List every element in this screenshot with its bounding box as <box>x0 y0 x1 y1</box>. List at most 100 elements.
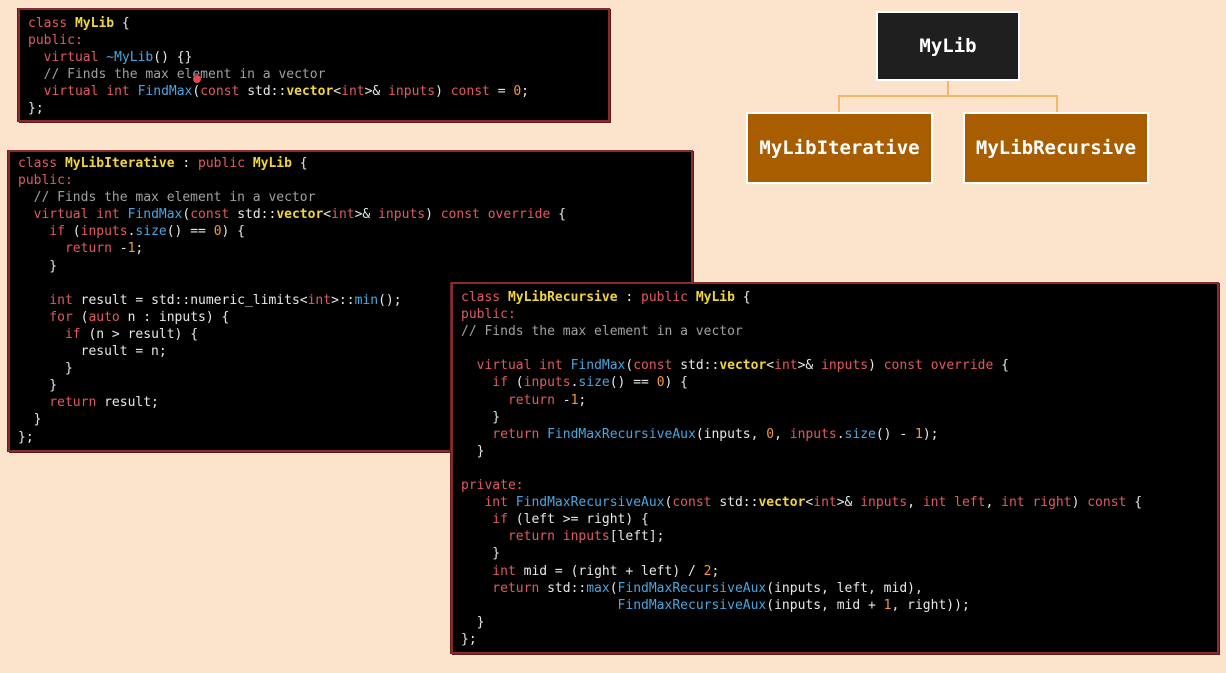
code-token: () == <box>166 224 214 240</box>
code-token: }; <box>18 429 34 445</box>
connector-right-drop <box>1056 95 1058 112</box>
code-token: inputs <box>562 529 610 545</box>
code-token: , <box>907 495 923 511</box>
code-token: MyLib <box>74 16 115 31</box>
code-line: } <box>461 443 1217 460</box>
code-token: (left >= right) { <box>515 512 649 528</box>
code-token: ) <box>435 84 451 100</box>
code-token: MyLib <box>695 290 735 305</box>
code-line: ​ <box>461 460 1217 477</box>
code-token: virtual <box>461 358 540 374</box>
code-token: MyLibIterative <box>64 156 175 171</box>
code-line: class MyLibIterative : public MyLib { <box>18 155 691 172</box>
code-token: { <box>550 207 566 223</box>
code-token: } <box>461 546 501 562</box>
code-token: inputs <box>860 495 908 511</box>
code-token: - <box>562 392 571 408</box>
code-token: const <box>440 207 488 223</box>
code-token: if <box>18 326 89 342</box>
code-token: std:: <box>680 358 720 374</box>
code-token: < <box>766 358 775 374</box>
code-token: int <box>774 358 798 374</box>
code-line: ​ <box>461 340 1217 357</box>
code-token: () - <box>875 426 915 442</box>
code-token: inputs <box>388 84 436 100</box>
code-token: const <box>200 84 248 100</box>
code-token: int <box>461 495 516 511</box>
code-token: vector <box>758 495 806 511</box>
code-token: virtual <box>18 207 97 223</box>
diagram-node-mylib: MyLib <box>876 11 1020 81</box>
code-line: int mid = (right + left) / 2; <box>461 563 1217 580</box>
code-token: // Finds the max element in a vector <box>28 67 326 83</box>
code-token: }; <box>461 631 477 647</box>
code-token: ~MyLib <box>106 50 154 66</box>
code-line: FindMaxRecursiveAux(inputs, mid + 1, rig… <box>461 597 1217 614</box>
code-token: FindMax <box>127 207 183 223</box>
connector-left-drop <box>838 95 840 112</box>
code-token: } <box>18 412 42 428</box>
code-line: public: <box>461 306 1217 323</box>
code-token: inputs <box>378 207 426 223</box>
code-token: class <box>461 290 508 305</box>
code-token: 0 <box>656 375 665 391</box>
code-token: left <box>954 495 986 511</box>
code-token: 0 <box>513 84 522 100</box>
code-line: } <box>461 545 1217 562</box>
code-token: auto <box>88 309 128 325</box>
code-token: inputs <box>821 358 869 374</box>
code-token: const <box>1087 495 1135 511</box>
code-token: : <box>617 290 642 305</box>
code-token: const <box>450 84 498 100</box>
code-token: int <box>813 495 837 511</box>
code-line: virtual int FindMax(const std::vector<in… <box>28 83 608 100</box>
code-line: return -1; <box>461 392 1217 409</box>
code-token: public <box>198 156 253 171</box>
code-line: virtual int FindMax(const std::vector<in… <box>18 206 691 223</box>
code-token: } <box>461 409 501 425</box>
code-token: . <box>836 426 845 442</box>
code-token: const <box>633 358 681 374</box>
code-line: virtual int FindMax(const std::vector<in… <box>461 357 1217 374</box>
code-token: private: <box>461 478 524 494</box>
code-token: // Finds the max element in a vector <box>461 324 743 340</box>
code-token: ) { <box>664 375 689 391</box>
code-token: >:: <box>331 292 355 308</box>
code-token: ) { <box>221 224 246 240</box>
code-token: ) <box>1071 495 1088 511</box>
code-token: int <box>307 292 332 308</box>
code-token: ; <box>521 84 529 100</box>
code-line: virtual ~MyLib() {} <box>28 49 608 66</box>
code-token: size <box>135 224 167 240</box>
code-token: result = n; <box>18 344 167 360</box>
code-token: inputs <box>789 426 837 442</box>
code-token: }; <box>28 101 44 117</box>
code-token: override <box>930 358 994 374</box>
code-token: } <box>461 443 485 459</box>
code-token: n : inputs) { <box>127 309 230 325</box>
code-token: () == <box>609 375 657 391</box>
code-token: public: <box>18 173 73 189</box>
code-token: MyLib <box>252 156 292 171</box>
code-token: { <box>1134 495 1143 511</box>
code-token: if <box>461 375 516 391</box>
code-token: return <box>461 426 548 442</box>
code-line: // Finds the max element in a vector <box>28 66 608 83</box>
code-token: < <box>333 84 342 100</box>
code-token: (n > result) { <box>88 326 199 342</box>
code-token: ) <box>425 207 441 223</box>
code-token: { <box>114 16 130 31</box>
code-token: ) <box>868 358 884 374</box>
code-token: return <box>18 241 120 257</box>
code-token: >& <box>364 84 389 100</box>
code-token: public: <box>461 307 516 323</box>
code-token: (inputs, mid + <box>766 597 884 613</box>
code-token: ( <box>609 580 618 596</box>
code-token: public: <box>28 33 83 49</box>
code-token: size <box>578 375 610 391</box>
code-token: int <box>331 207 355 223</box>
code-token: vector <box>276 207 324 223</box>
code-token: inputs <box>523 375 571 391</box>
code-token: min <box>354 292 379 308</box>
code-token: FindMaxRecursiveAux <box>617 580 767 596</box>
